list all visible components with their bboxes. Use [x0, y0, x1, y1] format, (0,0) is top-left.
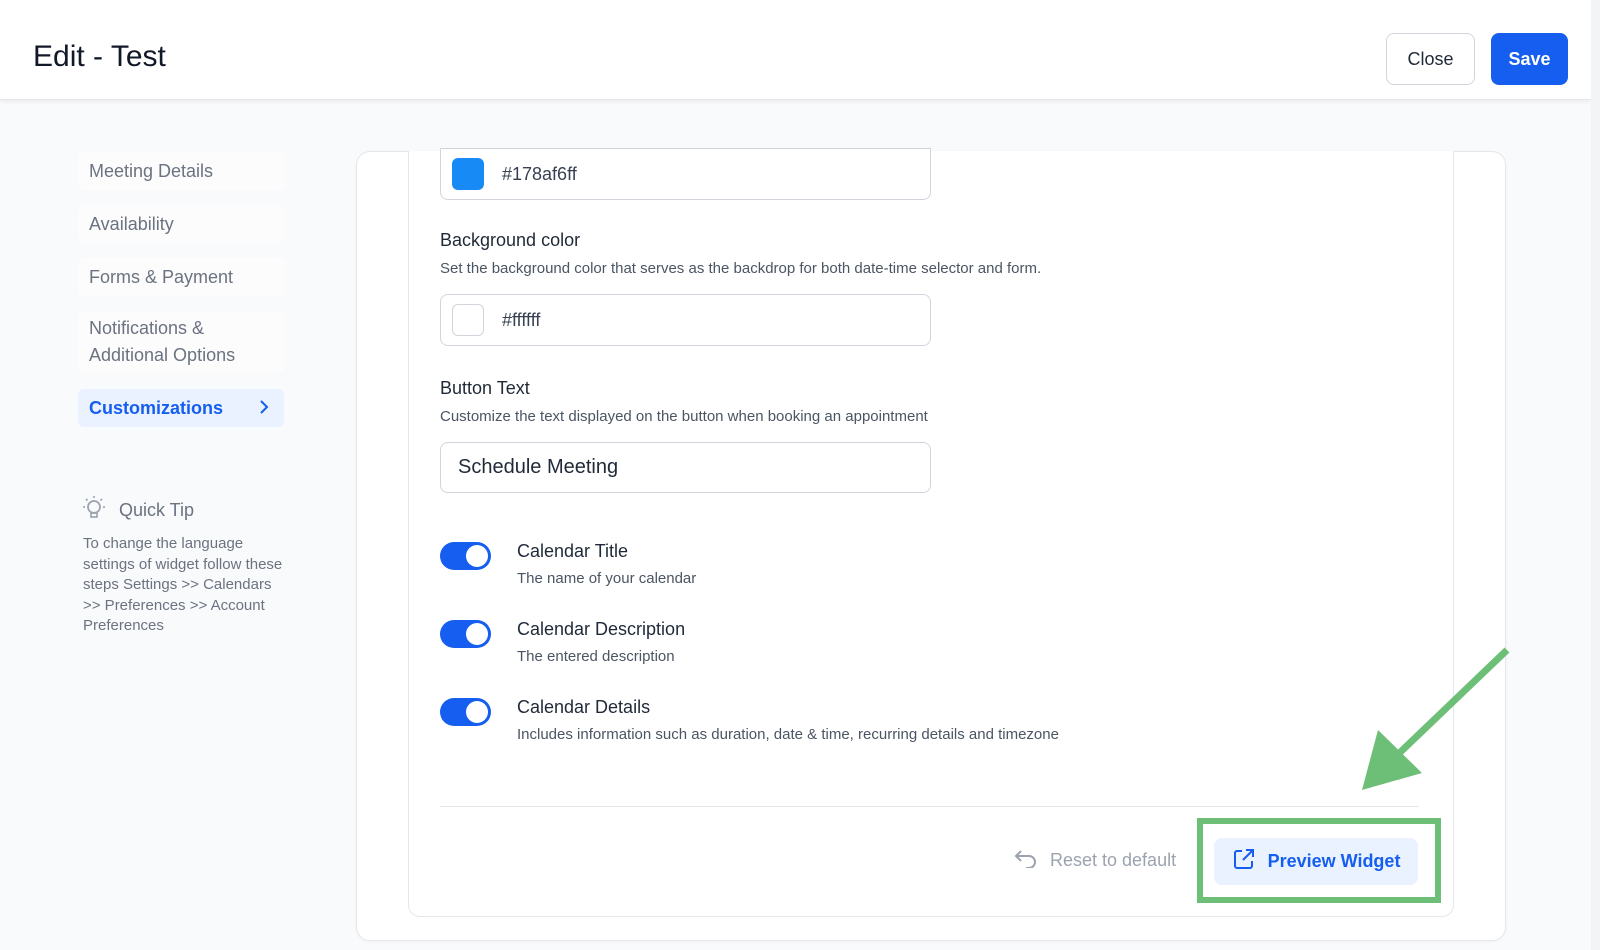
top-header: Edit - Test Close Save [0, 0, 1591, 100]
sidebar-item-label: Forms & Payment [89, 266, 234, 287]
close-button[interactable]: Close [1386, 33, 1475, 85]
save-button[interactable]: Save [1491, 33, 1568, 85]
sidebar-item-notifications[interactable]: Notifications & Additional Options [78, 311, 284, 373]
sidebar-item-forms-payment[interactable]: Forms & Payment [78, 258, 284, 296]
button-text-input[interactable] [440, 442, 931, 493]
toggle-knob [466, 545, 488, 567]
sidebar-item-label: Notifications & Additional Options [89, 318, 236, 365]
sidebar-item-availability[interactable]: Availability [78, 205, 284, 243]
calendar-details-label: Calendar Details [517, 697, 651, 717]
sidebar-item-meeting-details[interactable]: Meeting Details [78, 152, 284, 190]
calendar-description-desc: The entered description [517, 648, 675, 665]
primary-color-swatch[interactable] [452, 158, 484, 190]
sidebar-item-customizations[interactable]: Customizations [78, 389, 284, 427]
calendar-description-label: Calendar Description [517, 619, 686, 639]
sidebar-item-label: Customizations [89, 397, 224, 418]
calendar-details-toggle[interactable] [440, 698, 491, 726]
undo-icon [1014, 848, 1038, 873]
background-color-label: Background color [440, 230, 581, 250]
sidebar-item-label: Availability [89, 213, 174, 234]
background-color-value: #ffffff [502, 309, 541, 330]
sidebar-item-label: Meeting Details [89, 160, 214, 181]
background-color-help: Set the background color that serves as … [440, 260, 1042, 277]
primary-color-value: #178af6ff [502, 163, 577, 184]
calendar-title-toggle[interactable] [440, 542, 491, 570]
calendar-description-toggle[interactable] [440, 620, 491, 648]
toggle-knob [466, 701, 488, 723]
background-color-swatch[interactable] [452, 304, 484, 336]
reset-to-default-button[interactable]: Reset to default [1014, 848, 1176, 873]
toggle-knob [466, 623, 488, 645]
chevron-right-icon [259, 398, 273, 419]
lightbulb-icon [81, 495, 107, 526]
highlight-box [1197, 818, 1441, 903]
quick-tip-header: Quick Tip [81, 495, 194, 526]
button-text-label: Button Text [440, 378, 530, 398]
annotation-arrow-icon [1362, 647, 1510, 790]
primary-color-field[interactable]: #178af6ff [440, 148, 931, 200]
page-scrollbar[interactable] [1591, 0, 1600, 950]
calendar-details-desc: Includes information such as duration, d… [517, 726, 1059, 743]
calendar-title-label: Calendar Title [517, 541, 629, 561]
background-color-field[interactable]: #ffffff [440, 294, 931, 346]
quick-tip-body: To change the language settings of widge… [83, 535, 283, 634]
calendar-title-desc: The name of your calendar [517, 570, 697, 587]
reset-label: Reset to default [1050, 850, 1177, 870]
footer-divider [440, 806, 1419, 807]
quick-tip-title: Quick Tip [119, 500, 195, 520]
page-title: Edit - Test [33, 40, 166, 73]
button-text-help: Customize the text displayed on the butt… [440, 408, 928, 425]
